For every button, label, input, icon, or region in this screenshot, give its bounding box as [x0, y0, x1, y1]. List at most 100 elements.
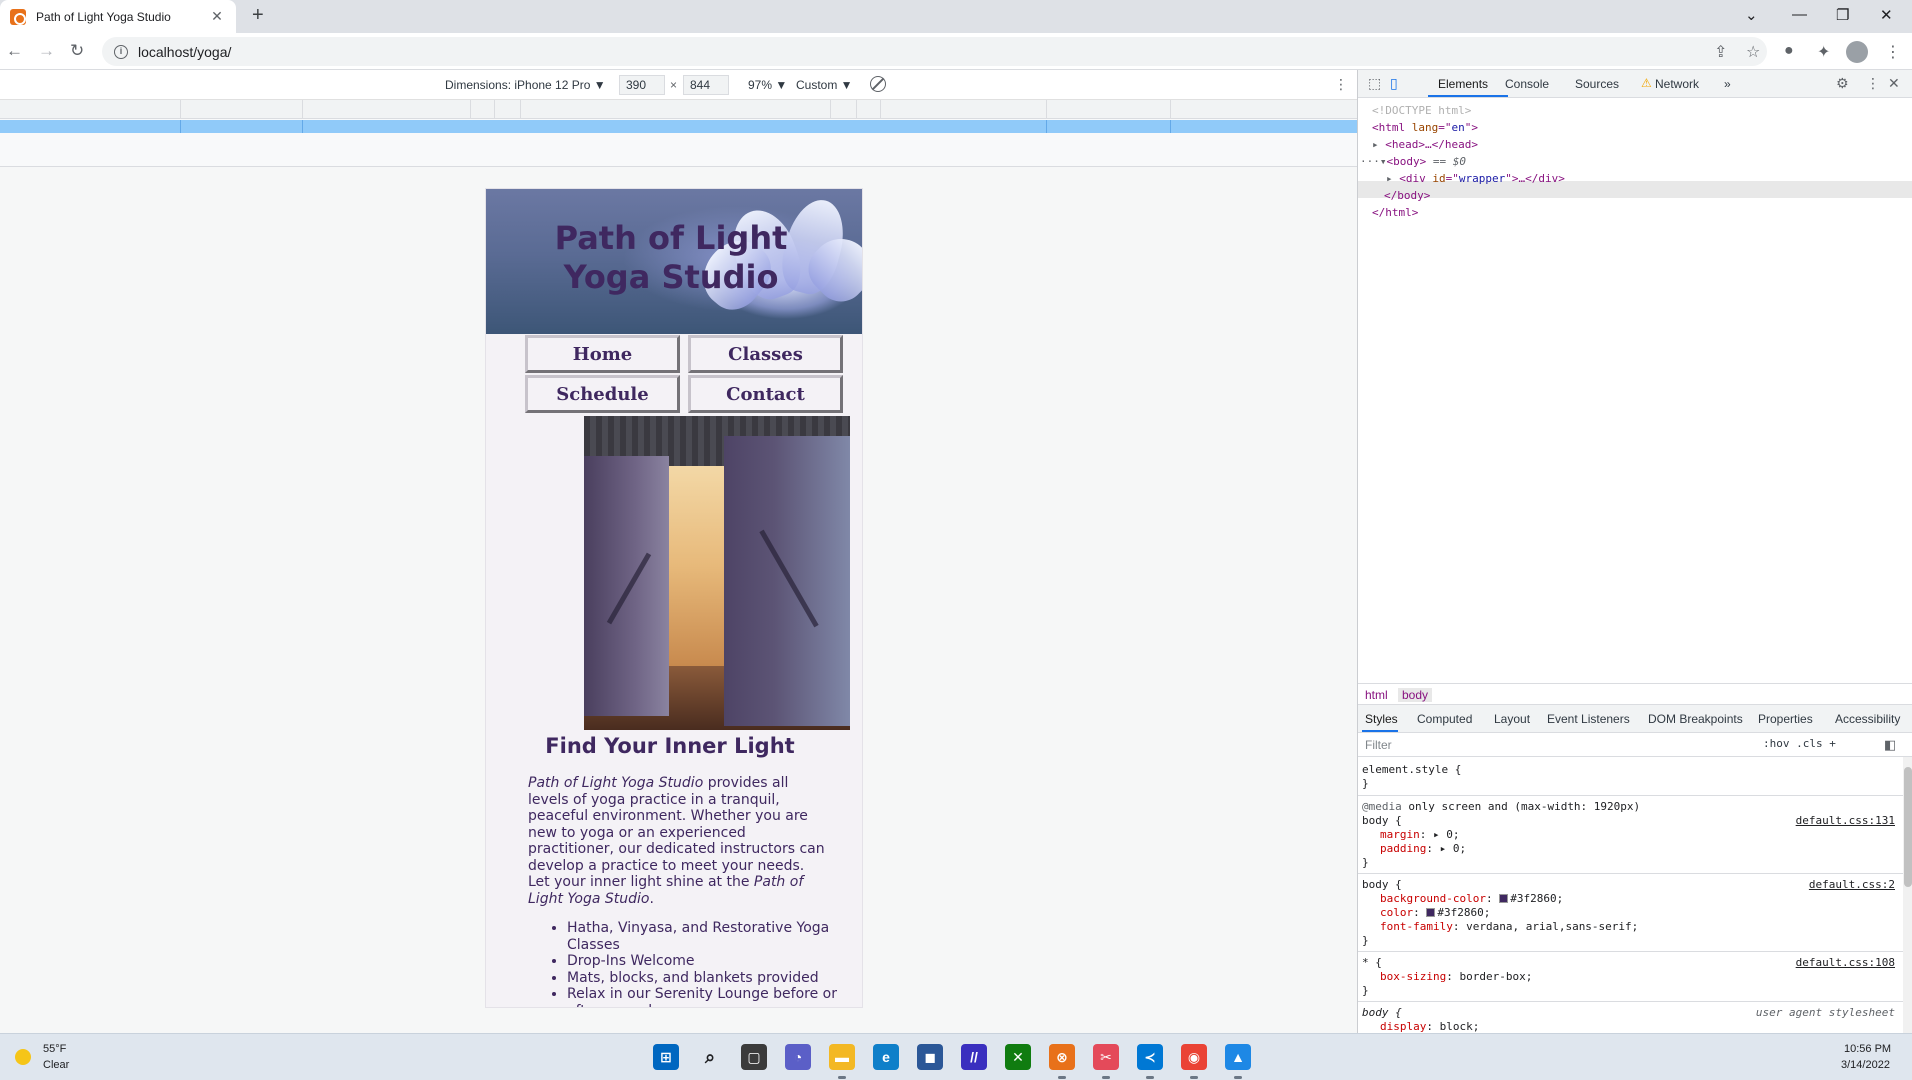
device-toolbar-menu-icon[interactable]: ⋮ — [1334, 76, 1348, 93]
devtools-close-icon[interactable]: ✕ — [1888, 75, 1900, 92]
dom-wrapper-node[interactable]: ▸ <div id="wrapper">…</div> — [1386, 170, 1565, 187]
tab-dom-breakpoints[interactable]: DOM Breakpoints — [1648, 712, 1743, 726]
expand-triangle-icon[interactable]: ▸ — [1372, 138, 1379, 151]
device-width-input[interactable]: 390 — [619, 75, 665, 95]
media-query-segment[interactable] — [470, 100, 471, 119]
extension-icon[interactable]: ● — [1784, 42, 1794, 60]
address-bar[interactable]: i localhost/yoga/ — [102, 37, 1767, 66]
media-query-segment[interactable] — [1170, 100, 1171, 119]
color-swatch-icon[interactable] — [1426, 908, 1436, 917]
photos-icon[interactable]: ▲ — [1225, 1044, 1251, 1079]
site-info-icon[interactable]: i — [114, 44, 128, 59]
throttle-select[interactable]: Custom ▼ — [796, 78, 853, 92]
css-source-link[interactable]: default.css:2 — [1809, 878, 1895, 892]
tab-layout[interactable]: Layout — [1494, 712, 1530, 726]
weather-temperature[interactable]: 55°F — [43, 1043, 66, 1055]
chrome-icon[interactable]: ◉ — [1181, 1044, 1207, 1079]
css-decl-padding[interactable]: padding: ▸ 0; — [1380, 842, 1466, 856]
device-height-input[interactable]: 844 — [683, 75, 729, 95]
devtools-menu-icon[interactable]: ⋮ — [1866, 75, 1880, 92]
bookmark-star-icon[interactable]: ☆ — [1746, 42, 1760, 62]
tray-clock-date[interactable]: 3/14/2022 — [1841, 1059, 1890, 1071]
media-query-segment[interactable] — [180, 120, 181, 133]
profile-avatar[interactable] — [1846, 41, 1868, 63]
search-icon[interactable]: ⌕ — [697, 1044, 723, 1070]
crumb-html[interactable]: html — [1365, 688, 1388, 702]
css-source-link[interactable]: default.css:108 — [1796, 956, 1895, 970]
media-query-bar-active[interactable] — [0, 120, 1357, 133]
media-query-segment[interactable] — [302, 120, 303, 133]
chat-icon[interactable]: ◔ — [785, 1044, 811, 1070]
tab-styles[interactable]: Styles — [1365, 712, 1398, 726]
file-explorer-icon[interactable]: ▬ — [829, 1044, 855, 1079]
css-decl-bg[interactable]: background-color: #3f2860; — [1380, 892, 1563, 906]
media-query-segment[interactable] — [830, 100, 831, 119]
crumb-body[interactable]: body — [1398, 688, 1433, 702]
new-tab-button[interactable]: + — [252, 4, 264, 27]
dom-head-node[interactable]: ▸ <head>…</head> — [1372, 136, 1478, 153]
tab-network[interactable]: Network — [1655, 77, 1699, 91]
more-tabs-icon[interactable]: » — [1724, 77, 1731, 91]
css-decl-display[interactable]: display: block; — [1380, 1020, 1479, 1033]
media-query-segment[interactable] — [494, 100, 495, 119]
styles-scroll-thumb[interactable] — [1904, 767, 1912, 887]
tray-clock-time[interactable]: 10:56 PM — [1844, 1043, 1891, 1055]
toggle-sidebar-icon[interactable]: ◧ — [1884, 737, 1896, 753]
snipping-tool-icon[interactable]: ✂ — [1093, 1044, 1119, 1079]
css-decl-boxsizing[interactable]: box-sizing: border-box; — [1380, 970, 1532, 984]
css-decl-color[interactable]: color: #3f2860; — [1380, 906, 1490, 920]
media-query-segment[interactable] — [1046, 120, 1047, 133]
start-windows-icon[interactable]: ⊞ — [653, 1044, 679, 1070]
minimize-icon[interactable]: — — [1792, 6, 1807, 23]
browser-tab[interactable]: Path of Light Yoga Studio ✕ — [0, 0, 236, 33]
close-window-icon[interactable]: ✕ — [1880, 6, 1893, 24]
css-decl-margin[interactable]: margin: ▸ 0; — [1380, 828, 1460, 842]
reload-icon[interactable]: ↻ — [70, 41, 84, 61]
dom-doctype[interactable]: <!DOCTYPE html> — [1372, 102, 1471, 119]
media-query-segment[interactable] — [180, 100, 181, 119]
tab-elements[interactable]: Elements — [1438, 77, 1488, 91]
extensions-puzzle-icon[interactable]: ✦ — [1817, 42, 1830, 62]
media-query-segment[interactable] — [880, 100, 881, 119]
close-tab-icon[interactable]: ✕ — [208, 8, 226, 25]
nav-home[interactable]: Home — [525, 335, 680, 373]
tab-event-listeners[interactable]: Event Listeners — [1547, 712, 1630, 726]
weather-condition[interactable]: Clear — [43, 1059, 69, 1071]
css-body-selector[interactable]: body { — [1362, 814, 1402, 828]
media-query-segment[interactable] — [1170, 120, 1171, 133]
back-icon[interactable]: ← — [6, 41, 23, 61]
device-toggle-icon[interactable]: ▯ — [1390, 75, 1398, 92]
tab-computed[interactable]: Computed — [1417, 712, 1472, 726]
css-body-selector[interactable]: body { — [1362, 878, 1402, 892]
devtools-settings-icon[interactable]: ⚙ — [1836, 75, 1849, 92]
styles-filter-tools[interactable]: :hov .cls + — [1763, 737, 1836, 750]
tab-console[interactable]: Console — [1505, 77, 1549, 91]
styles-filter-input[interactable]: Filter — [1365, 738, 1392, 752]
tab-sources[interactable]: Sources — [1575, 77, 1619, 91]
browser-menu-icon[interactable]: ⋮ — [1885, 42, 1901, 62]
expand-triangle-icon[interactable]: ▸ — [1386, 172, 1393, 185]
css-decl-font[interactable]: font-family: verdana, arial,sans-serif; — [1380, 920, 1638, 934]
styles-scrollbar[interactable] — [1903, 757, 1912, 1033]
tab-search-icon[interactable]: ⌄ — [1745, 6, 1758, 24]
inspect-element-icon[interactable]: ⬚ — [1368, 75, 1381, 92]
collapse-triangle-icon[interactable]: ▾ — [1380, 155, 1387, 168]
forward-icon[interactable]: → — [38, 41, 55, 61]
color-swatch-icon[interactable] — [1499, 894, 1509, 903]
dom-body-node[interactable]: ···▾<body> == $0 — [1360, 153, 1466, 170]
css-source-link[interactable]: default.css:131 — [1796, 814, 1895, 828]
media-query-segment[interactable] — [302, 100, 303, 119]
device-dimensions-select[interactable]: Dimensions: iPhone 12 Pro ▼ — [445, 78, 606, 92]
css-ua-body-selector[interactable]: body { — [1362, 1006, 1402, 1020]
store-icon[interactable]: ◼ — [917, 1044, 943, 1070]
zoom-select[interactable]: 97% ▼ — [748, 78, 787, 92]
dom-body-close[interactable]: </body> — [1384, 187, 1430, 204]
tab-accessibility[interactable]: Accessibility — [1835, 712, 1900, 726]
nav-contact[interactable]: Contact — [688, 375, 843, 413]
vscode-icon[interactable]: ≺ — [1137, 1044, 1163, 1079]
media-query-segment[interactable] — [520, 100, 521, 119]
css-star-selector[interactable]: * { — [1362, 956, 1382, 970]
media-query-segment[interactable] — [856, 100, 857, 119]
media-query-bar-max[interactable] — [0, 100, 1357, 119]
dom-html-close[interactable]: </html> — [1372, 204, 1418, 221]
